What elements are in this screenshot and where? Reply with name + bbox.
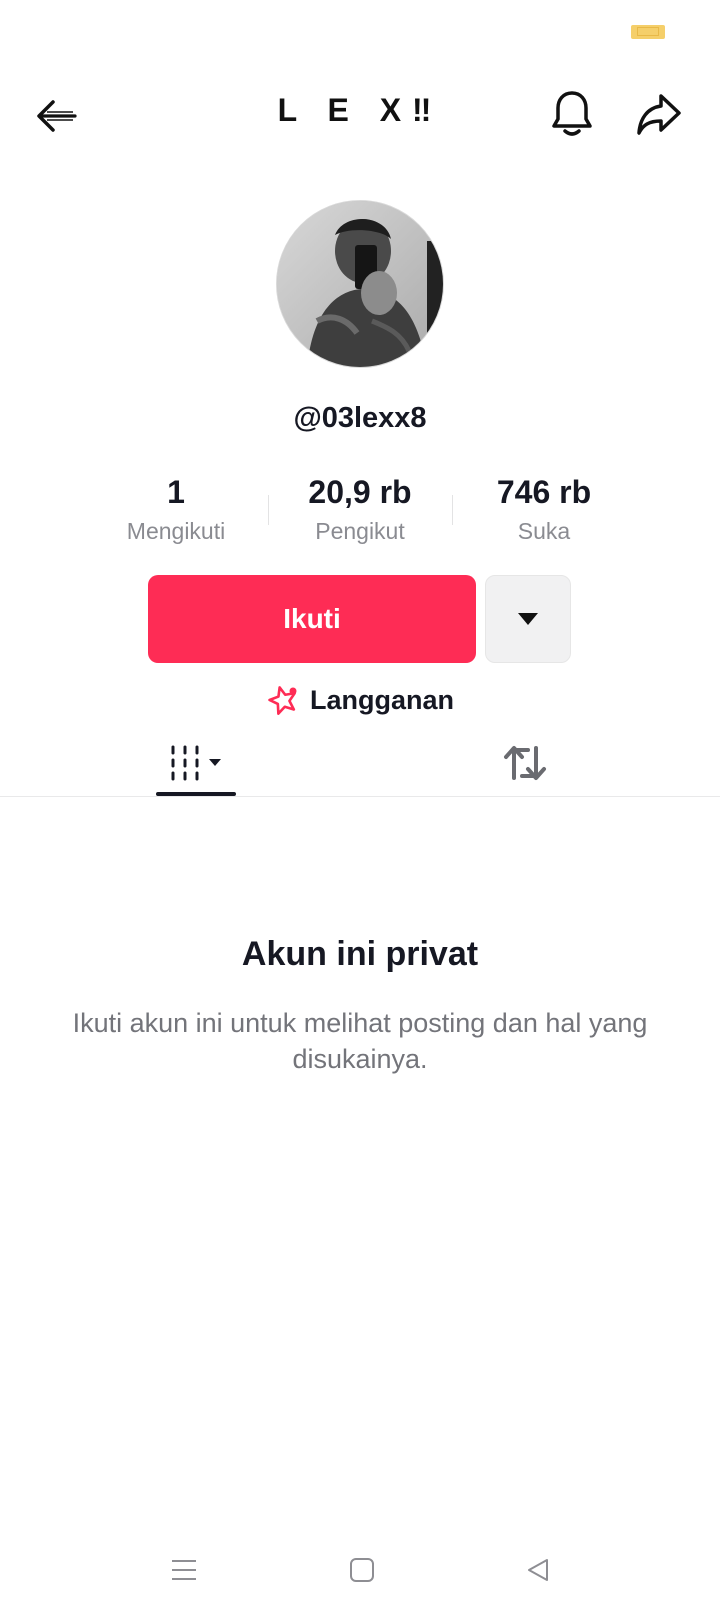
- tab-videos[interactable]: [156, 730, 236, 796]
- profile-title: L E X‼: [277, 92, 443, 128]
- username: @03lexx8: [293, 402, 427, 434]
- share-button[interactable]: [633, 88, 685, 140]
- content-tabs: [0, 730, 720, 797]
- stat-followers[interactable]: 20,9 rb Pengikut: [270, 472, 450, 545]
- follow-button[interactable]: Ikuti: [148, 575, 476, 663]
- status-bar: [0, 0, 720, 60]
- more-options-button[interactable]: [485, 575, 571, 663]
- bell-icon: [552, 91, 592, 136]
- avatar-photo: [277, 201, 443, 367]
- star-badge-icon: [268, 686, 297, 715]
- notification-button[interactable]: [546, 88, 598, 140]
- system-nav-bar: [0, 1535, 720, 1605]
- stats-divider: [268, 495, 269, 525]
- nav-back-button[interactable]: [508, 1535, 568, 1605]
- active-tab-indicator: [156, 792, 236, 796]
- following-count: 1: [167, 474, 185, 510]
- square-icon: [350, 1558, 374, 1582]
- profile-stats: 1 Mengikuti 20,9 rb Pengikut 746 rb Suka: [0, 472, 720, 552]
- triangle-back-icon: [528, 1559, 548, 1581]
- tab-reposts[interactable]: [480, 730, 570, 796]
- caret-down-icon: [518, 613, 538, 625]
- repost-icon: [504, 746, 546, 780]
- nav-menu-button[interactable]: [154, 1535, 214, 1605]
- private-account-description: Ikuti akun ini untuk melihat posting dan…: [72, 1008, 648, 1074]
- following-label: Mengikuti: [126, 518, 226, 544]
- avatar[interactable]: [276, 200, 444, 368]
- grid-icon: [171, 745, 221, 781]
- share-arrow-icon: [637, 94, 681, 135]
- subscription-label: Langganan: [309, 684, 454, 715]
- stat-following[interactable]: 1 Mengikuti: [86, 472, 266, 545]
- profile-header: L E X‼: [0, 80, 720, 160]
- stat-likes[interactable]: 746 rb Suka: [454, 472, 634, 545]
- likes-label: Suka: [517, 518, 571, 544]
- followers-count: 20,9 rb: [308, 474, 412, 510]
- likes-count: 746 rb: [496, 474, 592, 510]
- private-account-title: Akun ini privat: [241, 935, 479, 973]
- followers-label: Pengikut: [315, 518, 405, 544]
- battery-icon: [631, 25, 665, 39]
- stats-divider: [452, 495, 453, 525]
- menu-icon: [172, 1560, 196, 1580]
- subscription-link[interactable]: Langganan: [0, 680, 720, 720]
- nav-home-button[interactable]: [332, 1535, 392, 1605]
